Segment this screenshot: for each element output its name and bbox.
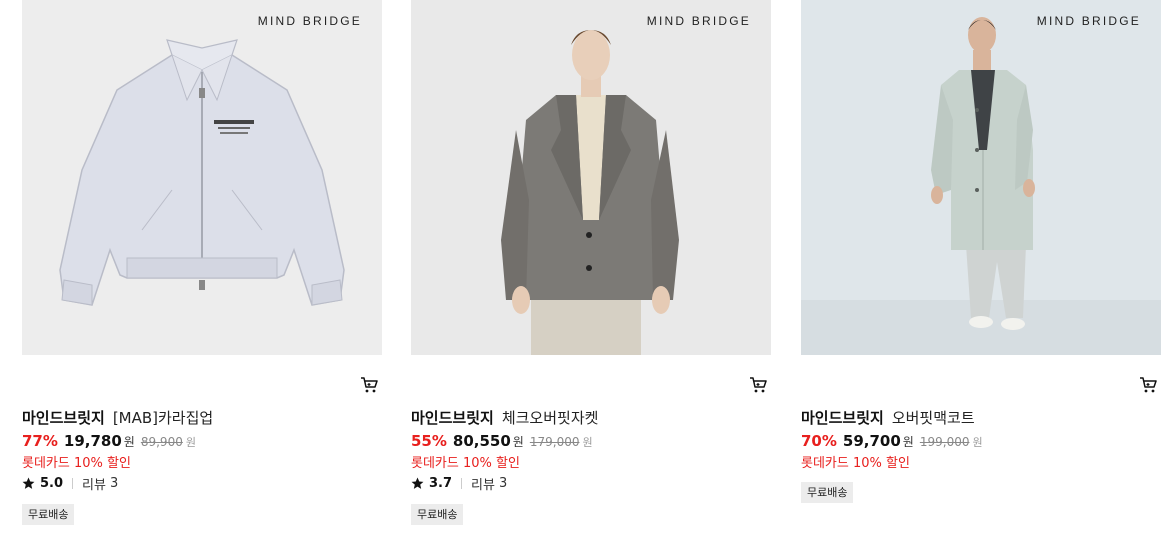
brand-watermark: MIND BRIDGE <box>257 14 362 28</box>
rating-score: 3.7 <box>429 476 453 491</box>
star-icon <box>22 477 35 489</box>
review-count: 3 <box>109 476 119 491</box>
original-currency-unit: 원 <box>582 436 593 449</box>
sale-price: 59,700 <box>842 432 901 450</box>
mac-coat-illustration <box>801 0 1161 355</box>
zipup-jacket-illustration <box>22 0 382 355</box>
free-shipping-badge: 무료배송 <box>22 504 75 525</box>
brand-watermark: MIND BRIDGE <box>1036 14 1141 28</box>
discount-rate: 70% <box>801 432 837 450</box>
card-promotion: 롯데카드 10% 할인 <box>801 456 910 471</box>
product-title[interactable]: 마인드브릿지 [MAB]카라집업 <box>22 407 213 428</box>
review-label: 리뷰 <box>82 478 106 493</box>
original-currency-unit: 원 <box>972 436 983 449</box>
price-row: 55% 80,550 원 179,000 원 <box>411 432 593 450</box>
review-count: 3 <box>498 476 508 491</box>
discount-rate: 55% <box>411 432 447 450</box>
currency-unit: 원 <box>512 435 524 449</box>
brand-name: 마인드브릿지 <box>801 409 884 427</box>
original-price: 179,000 <box>529 435 580 449</box>
card-promotion: 롯데카드 10% 할인 <box>411 456 520 471</box>
product-image[interactable]: MIND BRIDGE <box>801 0 1161 355</box>
product-image[interactable]: MIND BRIDGE <box>22 0 382 355</box>
cart-icon[interactable] <box>749 376 767 394</box>
original-currency-unit: 원 <box>185 436 196 449</box>
rating-row: 5.0 리뷰 3 <box>22 474 118 493</box>
check-blazer-illustration <box>411 0 771 355</box>
rating-score: 5.0 <box>40 476 64 491</box>
product-name: 오버핏맥코트 <box>891 409 975 427</box>
price-row: 77% 19,780 원 89,900 원 <box>22 432 196 450</box>
product-image[interactable]: MIND BRIDGE <box>411 0 771 355</box>
discount-rate: 77% <box>22 432 58 450</box>
currency-unit: 원 <box>123 435 135 449</box>
original-price: 89,900 <box>140 435 183 449</box>
currency-unit: 원 <box>902 435 914 449</box>
cart-icon[interactable] <box>1139 376 1157 394</box>
review-label: 리뷰 <box>471 478 495 493</box>
rating-row: 3.7 리뷰 3 <box>411 474 507 493</box>
star-icon <box>411 477 424 489</box>
free-shipping-badge: 무료배송 <box>801 482 854 503</box>
product-name: 체크오버핏자켓 <box>501 409 599 427</box>
sale-price: 80,550 <box>452 432 511 450</box>
product-name: [MAB]카라집업 <box>112 409 214 427</box>
card-promotion: 롯데카드 10% 할인 <box>22 456 131 471</box>
brand-watermark: MIND BRIDGE <box>646 14 751 28</box>
original-price: 199,000 <box>919 435 970 449</box>
brand-name: 마인드브릿지 <box>411 409 494 427</box>
brand-name: 마인드브릿지 <box>22 409 105 427</box>
product-title[interactable]: 마인드브릿지 체크오버핏자켓 <box>411 407 598 428</box>
free-shipping-badge: 무료배송 <box>411 504 464 525</box>
cart-icon[interactable] <box>360 376 378 394</box>
divider <box>72 478 74 489</box>
sale-price: 19,780 <box>63 432 122 450</box>
divider <box>461 478 463 489</box>
product-card[interactable]: MIND BRIDGE 마인드브릿지 [MAB]카라집업 77% 19,780 원 89… <box>22 0 382 525</box>
product-title[interactable]: 마인드브릿지 오버핏맥코트 <box>801 407 975 428</box>
product-card[interactable]: MIND BRIDGE 마인드브릿지 오버핏맥코트 70% 59,700 원 199,0… <box>801 0 1161 503</box>
product-card[interactable]: MIND BRIDGE 마인드브릿지 체크오버핏자켓 55% 80,550 원 179,… <box>411 0 771 525</box>
price-row: 70% 59,700 원 199,000 원 <box>801 432 983 450</box>
